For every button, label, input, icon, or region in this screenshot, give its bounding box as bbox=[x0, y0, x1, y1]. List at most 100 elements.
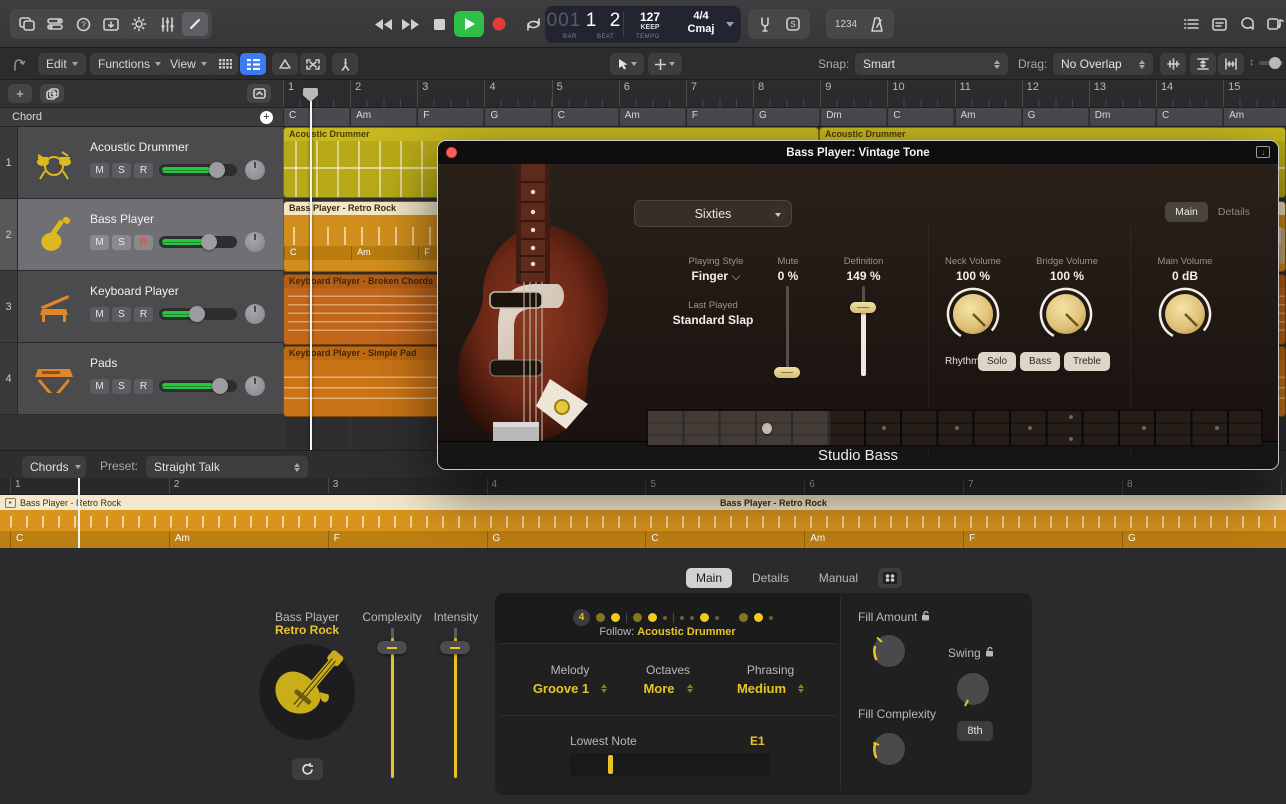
track-header-pads[interactable]: 4 Pads M S R bbox=[0, 343, 283, 415]
tuner-icon[interactable] bbox=[752, 12, 778, 36]
lcd-display[interactable]: 001 1 2 BAR BEAT 127 KEEP TEMPO 4/4 Cmaj bbox=[545, 6, 741, 43]
octaves-select[interactable]: Octaves More bbox=[623, 663, 713, 698]
plugin-tab-details[interactable]: Details bbox=[1208, 202, 1260, 222]
pan-knob[interactable] bbox=[245, 232, 265, 252]
chord-add-icon[interactable]: + bbox=[260, 110, 273, 124]
record-enable-button[interactable]: R bbox=[134, 378, 153, 394]
global-chord-track[interactable]: Chord + bbox=[0, 108, 283, 127]
stop-icon[interactable] bbox=[426, 12, 452, 36]
tone-button-treble[interactable]: Treble bbox=[1064, 352, 1110, 371]
preset-dropdown[interactable]: Sixties bbox=[634, 200, 792, 227]
plugin-titlebar[interactable]: Bass Player: Vintage Tone ↓ bbox=[438, 141, 1278, 164]
pan-knob[interactable] bbox=[245, 376, 265, 396]
chord-cell[interactable]: F bbox=[417, 108, 484, 126]
ruler-bar[interactable]: 9 bbox=[820, 80, 888, 107]
fill-amount-knob[interactable] bbox=[866, 628, 912, 674]
record-enable-button[interactable]: R bbox=[134, 306, 153, 322]
chord-cell[interactable]: F bbox=[685, 108, 753, 126]
ruler-bar[interactable]: 15 bbox=[1223, 80, 1286, 107]
volume-slider[interactable] bbox=[159, 162, 237, 178]
lock-icon[interactable] bbox=[985, 646, 994, 660]
chord-cell[interactable]: Dm bbox=[1088, 108, 1155, 126]
lowest-note-handle[interactable] bbox=[608, 755, 613, 774]
rewind-icon[interactable] bbox=[370, 12, 396, 36]
count-in-icon[interactable]: 1234 bbox=[830, 12, 862, 36]
ruler-bar[interactable]: 5 bbox=[551, 80, 619, 107]
volume-slider[interactable] bbox=[159, 234, 237, 250]
mute-button[interactable]: M bbox=[90, 306, 109, 322]
vertical-scrollbar-thumb[interactable] bbox=[1279, 228, 1285, 264]
track-header-config-button[interactable] bbox=[247, 84, 271, 103]
split-tool-icon[interactable] bbox=[332, 53, 358, 75]
bass-player-icon[interactable] bbox=[259, 644, 355, 740]
follow-row[interactable]: Follow: Acoustic Drummer bbox=[495, 626, 840, 638]
solo-button[interactable]: S bbox=[112, 234, 131, 250]
vertical-zoom-slider[interactable] bbox=[1259, 57, 1283, 69]
volume-thumb[interactable] bbox=[201, 234, 218, 250]
editor-tab-manual[interactable]: Manual bbox=[809, 568, 868, 588]
library-icon[interactable] bbox=[14, 12, 40, 36]
loop-browser-icon[interactable] bbox=[1262, 12, 1286, 36]
chord-cell[interactable]: Dm bbox=[820, 108, 887, 126]
mixer-icon[interactable] bbox=[154, 12, 180, 36]
complexity-slider[interactable] bbox=[391, 628, 394, 778]
editor-ruler-bar[interactable]: 8 bbox=[1121, 478, 1281, 494]
chord-cell[interactable]: C bbox=[887, 108, 954, 126]
editor-region[interactable]: ▸ Bass Player - Retro Rock Bass Player -… bbox=[0, 495, 1286, 531]
snap-dropdown[interactable]: Smart bbox=[855, 53, 1008, 75]
mute-button[interactable]: M bbox=[90, 234, 109, 250]
functions-menu[interactable]: Functions bbox=[90, 53, 170, 75]
definition-slider[interactable] bbox=[861, 286, 866, 376]
fill-complexity-knob[interactable] bbox=[866, 726, 912, 772]
cycle-icon[interactable] bbox=[520, 12, 546, 36]
edit-menu[interactable]: Edit bbox=[38, 53, 86, 75]
lowest-note-slider[interactable] bbox=[570, 753, 770, 776]
main-volume-knob[interactable] bbox=[1155, 284, 1215, 344]
editor-ruler[interactable]: 123456789 bbox=[0, 478, 1286, 495]
catch-playhead-icon[interactable] bbox=[6, 53, 32, 75]
record-enable-button[interactable]: R bbox=[134, 234, 153, 250]
track-header-acoustic-drummer[interactable]: 1 Acoustic Drummer M S R bbox=[0, 127, 283, 199]
preset-select[interactable]: Straight Talk bbox=[146, 456, 308, 478]
chord-cell[interactable]: Am bbox=[1223, 108, 1286, 126]
solo-mode-icon[interactable]: S bbox=[780, 12, 806, 36]
editor-ruler-bar[interactable]: 5 bbox=[645, 478, 804, 494]
pan-knob[interactable] bbox=[245, 160, 265, 180]
pointer-tool[interactable] bbox=[610, 53, 644, 75]
ruler-bar[interactable]: 13 bbox=[1088, 80, 1156, 107]
ruler-bar[interactable]: 8 bbox=[753, 80, 821, 107]
chord-cell[interactable]: Am bbox=[350, 108, 417, 126]
drag-dropdown[interactable]: No Overlap bbox=[1053, 53, 1153, 75]
mute-slider-handle[interactable] bbox=[774, 367, 800, 378]
regenerate-button[interactable] bbox=[292, 758, 323, 780]
tone-button-bass[interactable]: Bass bbox=[1020, 352, 1061, 371]
editor-tab-details[interactable]: Details bbox=[742, 568, 799, 588]
chord-cell[interactable]: G bbox=[1021, 108, 1088, 126]
list-editors-icon[interactable] bbox=[1178, 12, 1204, 36]
editor-tab-main[interactable]: Main bbox=[686, 568, 733, 588]
intensity-slider[interactable] bbox=[454, 628, 457, 778]
track-name[interactable]: Bass Player bbox=[90, 212, 283, 226]
editor-ruler-bar[interactable]: 3 bbox=[327, 478, 487, 494]
volume-thumb[interactable] bbox=[212, 378, 229, 394]
track-header-keyboard-player[interactable]: 3 Keyboard Player M S R bbox=[0, 271, 283, 343]
ruler-bar[interactable]: 3 bbox=[417, 80, 485, 107]
ruler-bar[interactable]: 4 bbox=[484, 80, 552, 107]
record-enable-button[interactable]: R bbox=[134, 162, 153, 178]
editor-grid-icon[interactable] bbox=[878, 568, 903, 588]
chord-cell[interactable]: G bbox=[753, 108, 820, 126]
editor-playhead[interactable] bbox=[78, 478, 80, 548]
chord-cell[interactable]: C bbox=[551, 108, 618, 126]
phrasing-select[interactable]: Phrasing Medium bbox=[723, 663, 818, 698]
chord-cell[interactable]: C bbox=[283, 108, 350, 126]
mute-button[interactable]: M bbox=[90, 378, 109, 394]
vertical-zoom-icon[interactable] bbox=[1190, 53, 1216, 75]
close-button[interactable] bbox=[446, 147, 457, 158]
forward-icon[interactable] bbox=[398, 12, 424, 36]
track-name[interactable]: Pads bbox=[90, 356, 283, 370]
playing-style-value[interactable]: Finger ⌵ bbox=[676, 269, 756, 284]
view-menu[interactable]: View bbox=[162, 53, 215, 75]
chord-cell[interactable]: C bbox=[1155, 108, 1223, 126]
lcd-chevron-icon[interactable] bbox=[726, 22, 734, 27]
ruler-bar[interactable]: 2 bbox=[350, 80, 418, 107]
